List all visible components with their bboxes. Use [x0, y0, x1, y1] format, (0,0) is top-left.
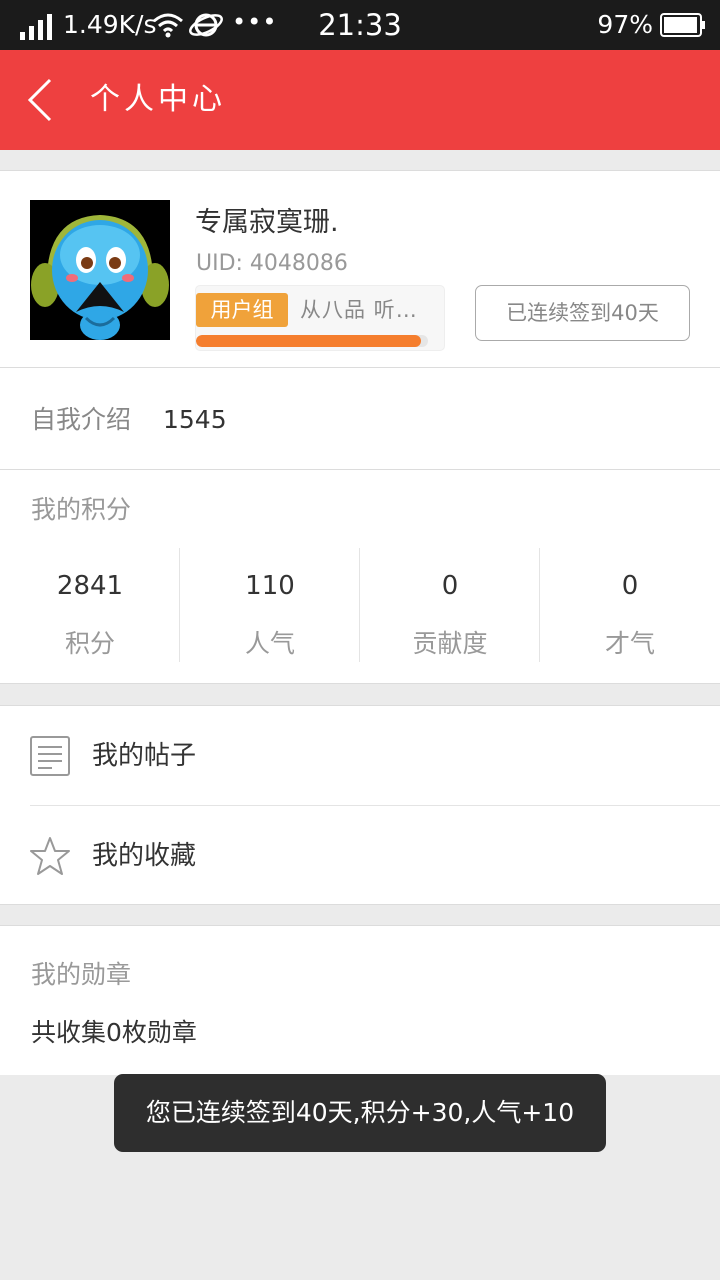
points-title: 我的积分 — [31, 495, 132, 524]
status-bar: 1.49K/s ••• 21:33 97% — [0, 0, 720, 50]
username: 专属寂寞珊. — [195, 207, 339, 238]
self-intro-value: 1545 — [163, 405, 227, 434]
profile-card: 专属寂寞珊. UID: 4048086 用户组 从八品 听雨轩 已连续签到40天 — [0, 170, 720, 368]
back-button[interactable] — [14, 66, 70, 134]
stat-value: 0 — [441, 571, 459, 601]
medals-section: 我的勋章 共收集0枚勋章 — [0, 925, 720, 1075]
page-title: 个人中心 — [90, 82, 226, 117]
stat-label: 积分 — [64, 629, 115, 658]
stat-value: 110 — [245, 571, 295, 601]
star-icon — [30, 837, 70, 875]
level-progress-fill — [196, 335, 422, 347]
stat-label: 贡献度 — [412, 629, 488, 658]
checkin-toast: 您已连续签到40天,积分+30,人气+10 — [114, 1074, 606, 1152]
stat-value: 0 — [621, 571, 639, 601]
my-favorites-item[interactable]: 我的收藏 — [0, 806, 720, 906]
stat-contribution: 0 贡献度 — [360, 548, 540, 662]
group-badge: 用户组 — [196, 293, 288, 327]
points-section: 我的积分 2841 积分 110 人气 0 贡献度 0 才气 — [0, 470, 720, 684]
app-header: 个人中心 — [0, 50, 720, 150]
user-group: 用户组 从八品 听雨轩 — [195, 285, 445, 351]
user-id: UID: 4048086 — [196, 251, 348, 276]
medal-summary: 共收集0枚勋章 — [31, 1018, 197, 1047]
my-posts-label: 我的帖子 — [92, 741, 197, 771]
chevron-left-icon — [27, 78, 52, 122]
battery-icon — [660, 13, 705, 37]
group-name: 从八品 听雨轩 — [300, 298, 438, 322]
level-progress-bar — [196, 335, 428, 347]
avatar[interactable] — [30, 200, 170, 340]
stat-talent: 0 才气 — [540, 548, 720, 662]
menu-list: 我的帖子 我的收藏 — [0, 705, 720, 905]
stat-points: 2841 积分 — [0, 548, 180, 662]
self-intro-row[interactable]: 自我介绍 1545 — [0, 368, 720, 470]
my-posts-item[interactable]: 我的帖子 — [0, 706, 720, 806]
document-icon — [30, 736, 70, 776]
self-intro-label: 自我介绍 — [31, 405, 132, 434]
avatar-image — [30, 200, 170, 340]
stat-popularity: 110 人气 — [180, 548, 360, 662]
medals-title: 我的勋章 — [31, 960, 132, 989]
stat-label: 才气 — [604, 629, 655, 658]
stat-label: 人气 — [244, 629, 295, 658]
battery-percent: 97% — [597, 10, 653, 39]
checkin-button[interactable]: 已连续签到40天 — [475, 285, 690, 341]
my-favorites-label: 我的收藏 — [92, 841, 197, 871]
stat-value: 2841 — [56, 571, 124, 601]
